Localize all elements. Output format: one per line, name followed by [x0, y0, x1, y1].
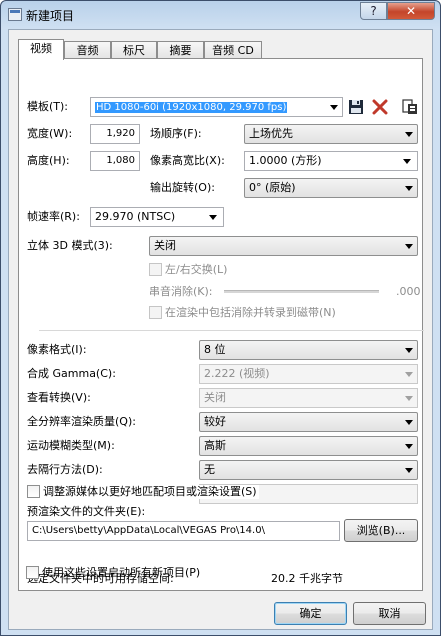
height-input[interactable]: 1,080	[90, 151, 140, 171]
dialog-title: 新建项目	[26, 9, 75, 23]
close-button[interactable]: ✕	[387, 2, 435, 20]
gamma-select[interactable]: 2.222 (视频)	[199, 364, 418, 384]
width-input[interactable]: 1,920	[90, 124, 140, 144]
free-space-value: 20.2 千兆字节	[271, 572, 343, 585]
chevron-down-icon	[405, 132, 413, 137]
deinterlace-select[interactable]: 无	[199, 460, 418, 480]
tab-video[interactable]: 视频	[18, 39, 64, 60]
delete-template-icon[interactable]	[371, 98, 389, 116]
dialog-client-area: 视频 音频 标尺 摘要 音频 CD 模板(T): HD 1080-60i (19…	[8, 29, 433, 630]
chevron-down-icon	[405, 348, 413, 353]
pixel-format-select[interactable]: 8 位	[199, 340, 418, 360]
field-order-value: 上场优先	[249, 127, 293, 140]
chevron-down-icon	[405, 244, 413, 249]
template-label: 模板(T):	[27, 100, 69, 113]
prerender-folder-input[interactable]: C:\Users\betty\AppData\Local\VEGAS Pro\1…	[27, 521, 340, 541]
prerender-folder-label: 预渲染文件的文件夹(E):	[27, 505, 146, 518]
render-quality-select[interactable]: 较好	[199, 412, 418, 432]
stereo-3d-value: 关闭	[154, 239, 176, 252]
tab-ruler[interactable]: 标尺	[111, 41, 157, 59]
swap-lr-label: 左/右交换(L)	[165, 263, 228, 276]
chevron-down-icon	[405, 468, 413, 473]
gamma-label: 合成 Gamma(C):	[27, 367, 116, 380]
output-rotation-label: 输出旋转(O):	[150, 181, 215, 194]
chevron-down-icon	[405, 444, 413, 449]
width-label: 宽度(W):	[27, 127, 73, 140]
tab-audio-cd[interactable]: 音频 CD	[204, 41, 262, 59]
pixel-aspect-label: 像素高宽比(X):	[150, 154, 225, 167]
motion-blur-select[interactable]: 高斯	[199, 436, 418, 456]
save-template-icon[interactable]	[347, 98, 365, 116]
pixel-format-label: 像素格式(I):	[27, 343, 87, 356]
field-order-label: 场顺序(F):	[150, 127, 202, 140]
adjust-media-checkbox[interactable]	[27, 485, 40, 498]
new-project-dialog: 新建项目 ? ✕ 视频 音频 标尺 摘要 音频 CD 模板(T): HD 108…	[0, 0, 441, 636]
title-bar: 新建项目 ? ✕	[1, 1, 440, 29]
frame-rate-select[interactable]: 29.970 (NTSC)	[90, 207, 224, 227]
stereo-3d-label: 立体 3D 模式(3):	[27, 239, 113, 252]
chevron-down-icon	[405, 396, 413, 401]
chevron-down-icon	[330, 105, 338, 110]
stereo-3d-select[interactable]: 关闭	[149, 236, 418, 256]
template-select[interactable]: HD 1080-60i (1920x1080, 29.970 fps)	[90, 97, 343, 117]
help-button[interactable]: ?	[360, 2, 387, 20]
motion-blur-label: 运动模糊类型(M):	[27, 439, 115, 452]
crosstalk-label: 串音消除(K):	[149, 285, 213, 298]
view-transform-label: 查看转换(V):	[27, 391, 91, 404]
render-quality-value: 较好	[204, 415, 226, 428]
pixel-format-value: 8 位	[204, 343, 226, 356]
crosstalk-value: .000	[396, 285, 421, 298]
field-order-select[interactable]: 上场优先	[244, 124, 418, 144]
frame-rate-label: 帧速率(R):	[27, 210, 80, 223]
deinterlace-label: 去隔行方法(D):	[27, 463, 103, 476]
crosstalk-slider[interactable]	[224, 290, 379, 293]
gamma-value: 2.222 (视频)	[204, 367, 270, 380]
chevron-down-icon	[405, 186, 413, 191]
tab-audio[interactable]: 音频	[64, 41, 111, 59]
motion-blur-value: 高斯	[204, 439, 226, 452]
use-for-all-label: 使用这些设置启动所有新项目(P)	[42, 566, 201, 579]
include-crosstalk-checkbox[interactable]	[149, 306, 162, 319]
app-window-icon	[8, 8, 22, 21]
pixel-aspect-value: 1.0000 (方形)	[249, 154, 322, 167]
chevron-down-icon	[209, 215, 217, 220]
chevron-down-icon	[405, 372, 413, 377]
include-crosstalk-label: 在渲染中包括消除并转录到磁带(N)	[165, 306, 336, 319]
output-rotation-select[interactable]: 0° (原始)	[244, 178, 418, 198]
swap-lr-checkbox[interactable]	[149, 263, 162, 276]
chevron-down-icon	[403, 159, 411, 164]
ok-button[interactable]: 确定	[274, 602, 347, 625]
video-settings-panel: 模板(T): HD 1080-60i (1920x1080, 29.970 fp…	[18, 58, 424, 591]
frame-rate-value: 29.970 (NTSC)	[95, 210, 176, 223]
use-for-all-checkbox[interactable]	[26, 566, 39, 579]
adjust-media-label: 调整源媒体以更好地匹配项目或渲染设置(S)	[43, 485, 259, 499]
tab-summary[interactable]: 摘要	[157, 41, 204, 59]
view-transform-value: 关闭	[204, 391, 226, 404]
cancel-button[interactable]: 取消	[353, 602, 426, 625]
render-quality-label: 全分辨率渲染质量(Q):	[27, 415, 136, 428]
section-divider	[39, 330, 424, 331]
chevron-down-icon	[405, 420, 413, 425]
pixel-aspect-select[interactable]: 1.0000 (方形)	[244, 151, 418, 171]
match-media-settings-icon[interactable]	[401, 98, 419, 116]
output-rotation-value: 0° (原始)	[249, 181, 296, 194]
view-transform-select[interactable]: 关闭	[199, 388, 418, 408]
template-value: HD 1080-60i (1920x1080, 29.970 fps)	[95, 102, 288, 113]
height-label: 高度(H):	[27, 154, 70, 167]
deinterlace-value: 无	[204, 463, 215, 476]
browse-button[interactable]: 浏览(B)...	[344, 519, 418, 542]
